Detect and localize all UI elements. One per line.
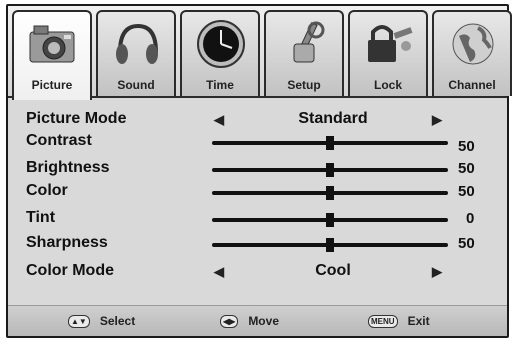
tab-sound[interactable]: Sound bbox=[96, 10, 176, 96]
tab-picture[interactable]: Picture bbox=[12, 10, 92, 100]
picture-mode-label: Picture Mode bbox=[26, 110, 127, 127]
move-hint: ◀▶ Move bbox=[220, 314, 279, 329]
headphones-icon bbox=[116, 23, 158, 64]
right-arrow-icon[interactable]: ▶ bbox=[432, 112, 442, 128]
tab-label: Time bbox=[206, 78, 234, 92]
tab-label: Sound bbox=[117, 78, 155, 92]
contrast-label: Contrast bbox=[26, 132, 92, 149]
tab-bar: Picture Sound Time Setup Lock Channel bbox=[8, 6, 512, 100]
slider-thumb[interactable] bbox=[326, 186, 334, 200]
picture-menu: Picture Mode ◀ Standard ▶ Contrast 50 Br… bbox=[8, 102, 507, 302]
tools-icon bbox=[293, 21, 325, 63]
tint-value: 0 bbox=[466, 210, 475, 227]
left-right-buttons-icon: ◀▶ bbox=[220, 315, 239, 329]
exit-hint: MENU Exit bbox=[368, 314, 430, 329]
sharpness-slider[interactable] bbox=[212, 238, 448, 252]
contrast-slider[interactable] bbox=[212, 136, 448, 150]
tab-label: Channel bbox=[448, 78, 496, 92]
help-bar: ▲▼ Select ◀▶ Move MENU Exit bbox=[8, 305, 507, 336]
tab-label: Picture bbox=[31, 78, 73, 92]
tint-label: Tint bbox=[26, 209, 56, 226]
clock-icon bbox=[197, 20, 245, 68]
tab-setup[interactable]: Setup bbox=[264, 10, 344, 96]
contrast-row[interactable]: Contrast 50 bbox=[8, 132, 507, 155]
tint-slider[interactable] bbox=[212, 213, 448, 227]
left-arrow-icon[interactable]: ◀ bbox=[214, 112, 224, 128]
brightness-row[interactable]: Brightness 50 bbox=[8, 159, 507, 181]
tab-label: Lock bbox=[373, 78, 402, 92]
left-arrow-icon[interactable]: ◀ bbox=[214, 264, 224, 280]
globe-icon bbox=[452, 23, 494, 65]
select-hint-label: Select bbox=[99, 314, 136, 328]
color-label: Color bbox=[26, 182, 68, 199]
slider-thumb[interactable] bbox=[326, 238, 334, 252]
picture-mode-row[interactable]: Picture Mode ◀ Standard ▶ bbox=[8, 110, 507, 132]
up-down-buttons-icon: ▲▼ bbox=[68, 315, 90, 329]
slider-thumb[interactable] bbox=[326, 163, 334, 177]
contrast-value: 50 bbox=[458, 138, 475, 155]
slider-thumb[interactable] bbox=[326, 213, 334, 227]
tab-lock[interactable]: Lock bbox=[348, 10, 428, 96]
camera-icon bbox=[29, 25, 75, 63]
sharpness-row[interactable]: Sharpness 50 bbox=[8, 234, 507, 256]
tab-label: Setup bbox=[287, 78, 321, 92]
move-hint-label: Move bbox=[248, 314, 279, 328]
sharpness-value: 50 bbox=[458, 235, 475, 252]
select-hint: ▲▼ Select bbox=[68, 314, 136, 329]
color-mode-value: Cool bbox=[315, 262, 351, 279]
brightness-label: Brightness bbox=[26, 159, 110, 176]
brightness-slider[interactable] bbox=[212, 163, 448, 177]
color-row[interactable]: Color 50 bbox=[8, 182, 507, 204]
color-slider[interactable] bbox=[212, 186, 448, 200]
tab-channel[interactable]: Channel bbox=[432, 10, 512, 96]
lock-keys-icon bbox=[368, 25, 413, 62]
picture-mode-value: Standard bbox=[298, 110, 368, 127]
color-mode-row[interactable]: Color Mode ◀ Cool ▶ bbox=[8, 262, 507, 284]
sharpness-label: Sharpness bbox=[26, 234, 108, 251]
color-value: 50 bbox=[458, 183, 475, 200]
exit-hint-label: Exit bbox=[407, 314, 430, 328]
tab-time[interactable]: Time bbox=[180, 10, 260, 96]
tint-row[interactable]: Tint 0 bbox=[8, 209, 507, 231]
slider-thumb[interactable] bbox=[326, 136, 334, 150]
color-mode-label: Color Mode bbox=[26, 262, 114, 279]
right-arrow-icon[interactable]: ▶ bbox=[432, 264, 442, 280]
menu-button-icon: MENU bbox=[368, 315, 398, 329]
brightness-value: 50 bbox=[458, 160, 475, 177]
tv-osd-menu: Picture Sound Time Setup Lock Channel Pi… bbox=[6, 4, 512, 338]
